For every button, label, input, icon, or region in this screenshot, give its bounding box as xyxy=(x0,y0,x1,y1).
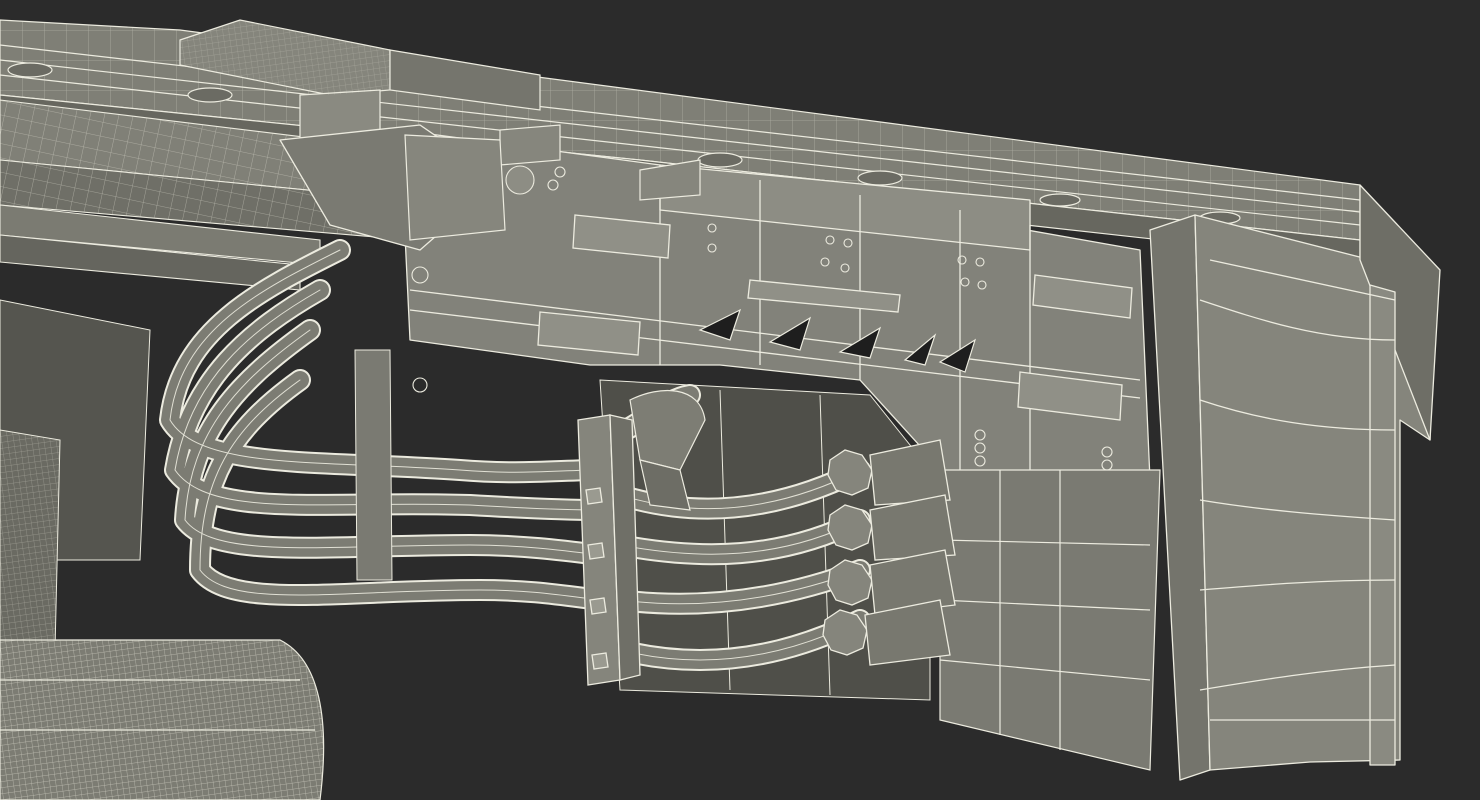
wireframe-render xyxy=(0,19,1441,800)
end-frame xyxy=(1149,184,1441,781)
render-viewport xyxy=(0,0,1480,800)
skirt-plate xyxy=(939,469,1161,771)
crawler-track xyxy=(0,639,325,800)
hose-clamp-bar xyxy=(577,414,641,686)
